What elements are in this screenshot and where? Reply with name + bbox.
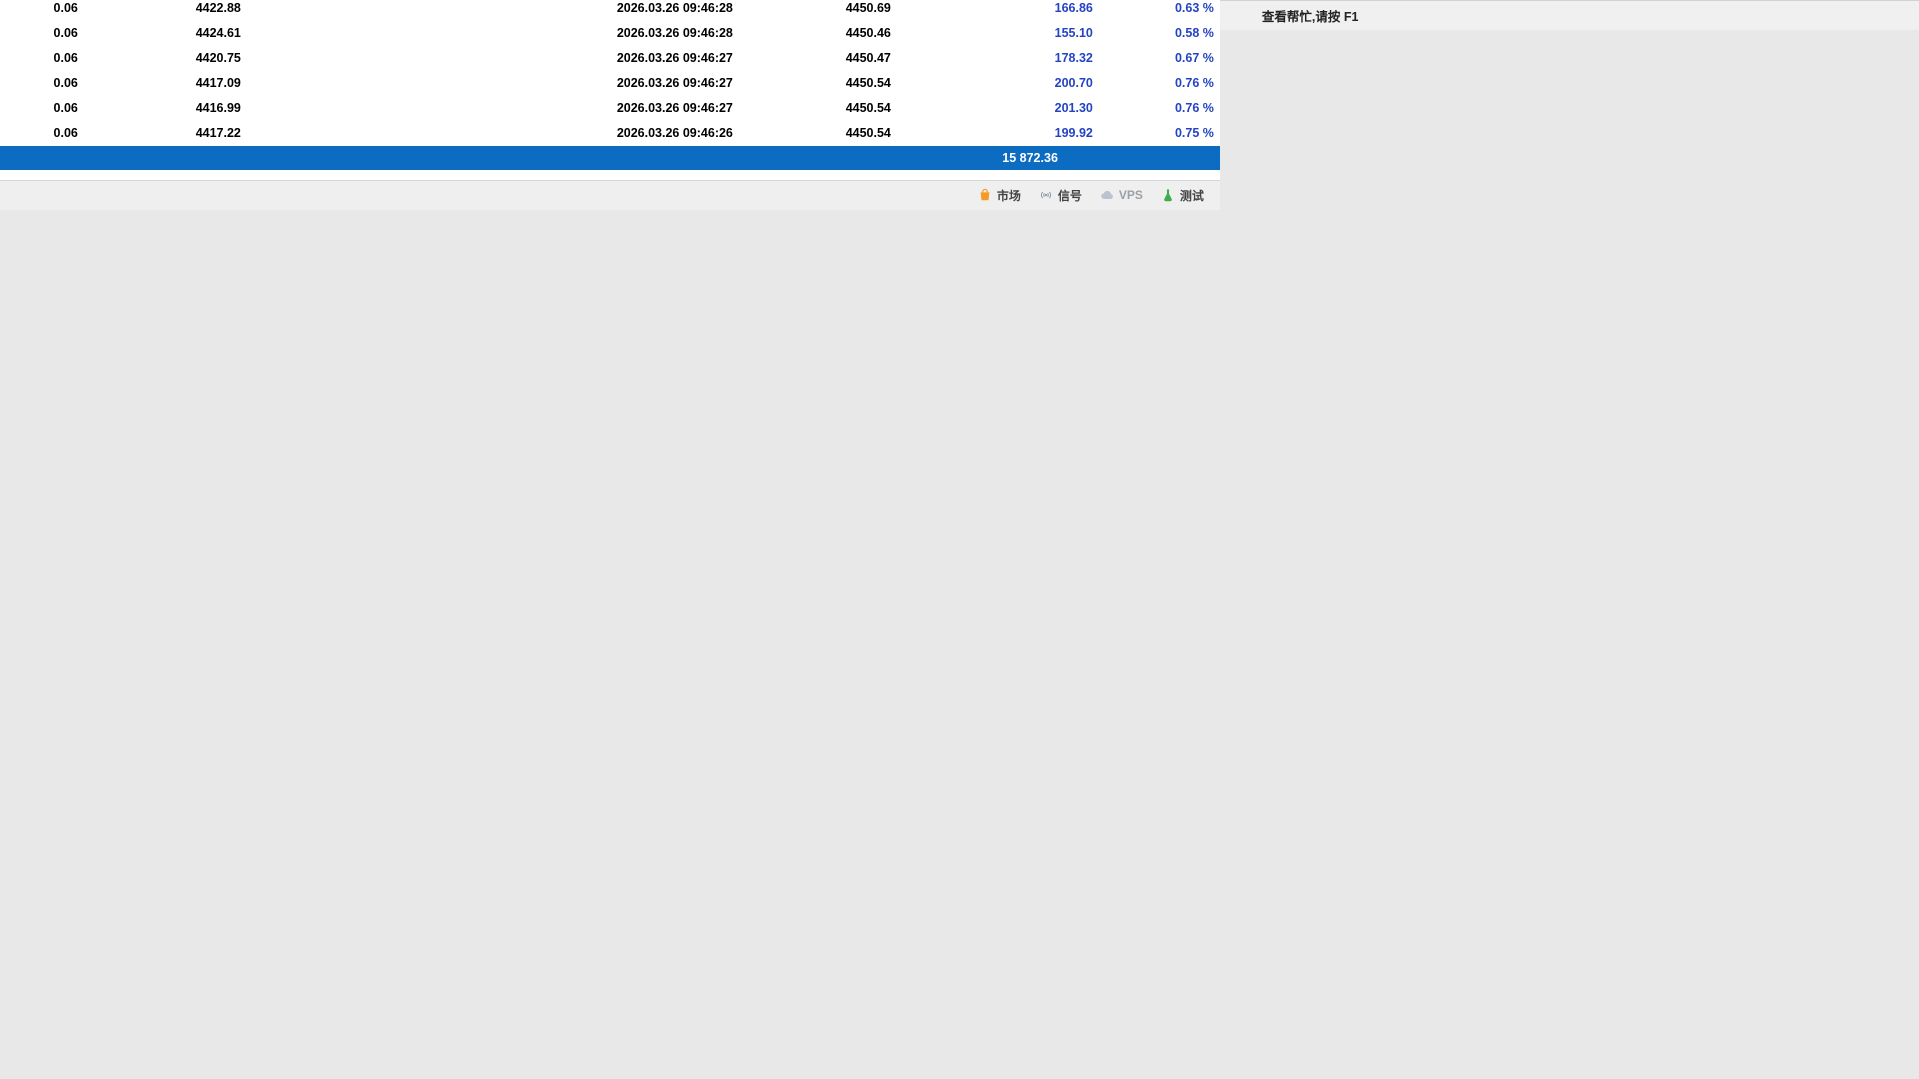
toolbox-panel: ✕ 工具箱 时间交易品种订单号类型交易量▴价位止损止盈时间价位盈利变更 2026… [0,0,1220,210]
deal-cell: 2026.03.26 09:46:27 [563,76,739,90]
deal-cell: 166.86 [897,1,1099,15]
deal-cell: 0.06 [0,101,84,115]
test-icon [1161,188,1175,202]
mt5-window: EC 82062039 - ECMarketsLtd-MT5-Live02: 只… [0,0,29,29]
history-row[interactable]: 2026.03.26 09:16:02xauusd.c335602312buy0… [0,121,1220,146]
deal-cell: 0.63 % [1099,1,1220,15]
statusbar: 查看帮忙,请按 F1 Default 3568 / 20 Kb [1220,0,1919,30]
deal-cell: 4450.54 [739,126,897,140]
history-row[interactable]: 2026.03.26 09:15:55xauusd.c335601740buy0… [0,96,1220,121]
market-icon [978,188,992,202]
deal-cell: 200.70 [897,76,1099,90]
account-summary-bar: 盈利: 15 818.46信用: 0.00入金: 50 000.00提款: 0.… [0,146,1220,170]
deal-cell: 2026.03.26 09:46:27 [563,51,739,65]
deal-cell: 0.06 [0,1,84,15]
deal-cell: 4450.47 [739,51,897,65]
history-row[interactable]: 2026.03.26 09:15:27xauusd.c335593434buy0… [0,21,1220,46]
deal-cell: 201.30 [897,101,1099,115]
status-help-text: 查看帮忙,请按 F1 [1220,6,1919,25]
deal-cell: 155.10 [897,26,1099,40]
toolbox-tab-bar: 交易敞口历史新闻邮箱10经济日历公司预警文章代码库专家日志 市场信号VPS测试 [0,180,1220,210]
deal-cell: 4416.99 [84,101,247,115]
deal-cell: 4450.54 [739,76,897,90]
deal-cell: 0.06 [0,26,84,40]
vps-icon [1100,188,1114,202]
deal-cell: 2026.03.26 09:46:28 [563,1,739,15]
deal-cell: 0.67 % [1099,51,1220,65]
deal-cell: 4417.22 [84,126,247,140]
toolbox-tab-日志[interactable]: 日志 [0,182,7,209]
deal-cell: 2026.03.26 09:46:28 [563,26,739,40]
deal-cell: 0.06 [0,126,84,140]
deal-cell: 0.58 % [1099,26,1220,40]
deal-cell: 178.32 [897,51,1099,65]
deal-cell: 0.06 [0,76,84,90]
history-table-body: 2026.03.26 09:14:13xauusd.c335582933buy0… [0,0,1220,146]
deal-cell: 0.75 % [1099,126,1220,140]
market-panel-button[interactable]: 市场 [978,187,1021,204]
deal-cell: 0.76 % [1099,76,1220,90]
deal-cell: 4450.46 [739,26,897,40]
history-row[interactable]: 2026.03.26 09:15:41xauusd.c335599703buy0… [0,71,1220,96]
history-row[interactable]: 2026.03.26 09:15:22xauusd.c335593154buy0… [0,0,1220,21]
history-row[interactable]: 2026.03.26 09:15:35xauusd.c335594793buy0… [0,46,1220,71]
deal-cell: 4450.54 [739,101,897,115]
deal-cell: 199.92 [897,126,1099,140]
signal-icon [1039,188,1053,202]
vps-panel-button[interactable]: VPS [1100,188,1143,202]
deal-cell: 4422.88 [84,1,247,15]
deal-cell: 2026.03.26 09:46:27 [563,101,739,115]
deal-cell: 4450.69 [739,1,897,15]
deal-cell: 0.06 [0,51,84,65]
deal-cell: 4420.75 [84,51,247,65]
deal-cell: 4424.61 [84,26,247,40]
deal-cell: 2026.03.26 09:46:26 [563,126,739,140]
deal-cell: 4417.09 [84,76,247,90]
signal-panel-button[interactable]: 信号 [1039,187,1082,204]
test-panel-button[interactable]: 测试 [1161,187,1204,204]
summary-total: 15 872.36 [1002,151,1058,165]
deal-cell: 0.76 % [1099,101,1220,115]
